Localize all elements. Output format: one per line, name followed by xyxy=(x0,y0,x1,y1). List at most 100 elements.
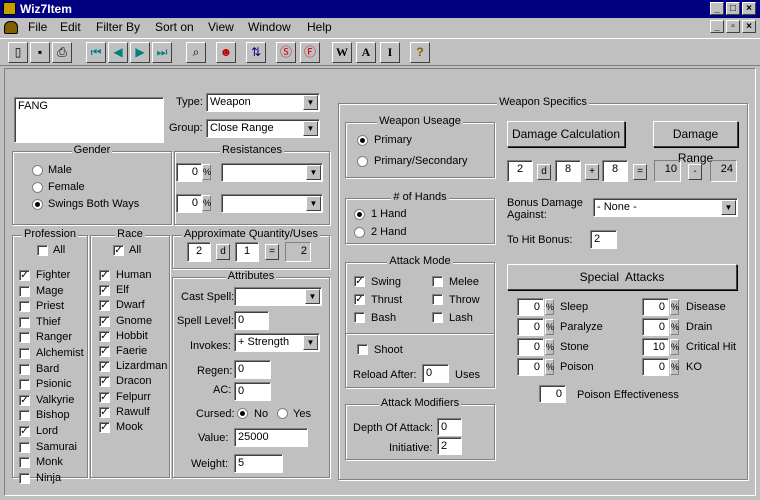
next-icon[interactable]: ▶ xyxy=(130,42,150,63)
find-icon[interactable]: ⌕ xyxy=(186,42,206,63)
chevron-down-icon[interactable]: ▼ xyxy=(303,95,318,110)
menu-edit[interactable]: Edit xyxy=(60,20,81,34)
profession-psionic-checkbox[interactable] xyxy=(19,379,30,391)
chevron-down-icon[interactable]: ▼ xyxy=(303,335,318,350)
print-icon[interactable]: ⎙ xyxy=(52,42,72,63)
throw-checkbox[interactable] xyxy=(432,294,443,305)
resistance-1-value[interactable]: 0 xyxy=(176,163,202,182)
swing-checkbox[interactable]: ✓ xyxy=(354,276,365,287)
sort-icon[interactable]: ⇅ xyxy=(246,42,266,63)
damage-range-button[interactable]: Damage Range xyxy=(653,121,738,165)
special-drain-field[interactable]: 0 xyxy=(642,318,669,336)
close-icon[interactable]: × xyxy=(742,2,756,15)
quantity-dice-field[interactable]: 2 xyxy=(187,242,211,262)
weight-field[interactable]: 5 xyxy=(234,454,283,473)
menu-window[interactable]: Window xyxy=(248,20,291,34)
race-gnome-checkbox[interactable]: ✓ xyxy=(99,315,110,327)
maximize-icon[interactable]: □ xyxy=(726,2,740,15)
resistance-2-type-select[interactable]: ▼ xyxy=(221,194,323,213)
value-field[interactable]: 25000 xyxy=(234,428,308,447)
menu-file[interactable]: File xyxy=(28,20,47,34)
menu-sort-on[interactable]: Sort on xyxy=(155,20,194,34)
quantity-sides-field[interactable]: 1 xyxy=(235,242,259,262)
special-sleep-field[interactable]: 0 xyxy=(517,298,544,316)
chevron-down-icon[interactable]: ▼ xyxy=(306,196,321,211)
profession-mage-checkbox[interactable] xyxy=(19,285,30,297)
new-icon[interactable]: ▯ xyxy=(8,42,28,63)
gender-female-radio[interactable] xyxy=(32,182,43,193)
damage-sides-field[interactable]: 8 xyxy=(555,160,581,182)
useage-primary-secondary-radio[interactable] xyxy=(357,156,368,167)
profession-alchemist-checkbox[interactable] xyxy=(19,348,30,359)
filter-on-icon[interactable]: Ⓢ xyxy=(276,42,296,63)
cast-spell-select[interactable]: ▼ xyxy=(234,287,322,306)
race-elf-checkbox[interactable]: ✓ xyxy=(99,285,110,297)
profession-fighter-checkbox[interactable]: ✓ xyxy=(19,270,30,281)
w-icon[interactable]: W xyxy=(332,42,352,63)
a-icon[interactable]: A xyxy=(356,42,376,63)
resistance-2-value[interactable]: 0 xyxy=(176,194,202,213)
ac-field[interactable]: 0 xyxy=(234,382,271,401)
race-rawulf-checkbox[interactable]: ✓ xyxy=(99,406,110,418)
race-lizardman-checkbox[interactable]: ✓ xyxy=(99,361,110,373)
race-faerie-checkbox[interactable]: ✓ xyxy=(99,346,110,357)
first-icon[interactable]: ⏮ xyxy=(86,42,106,63)
gender-both-radio[interactable] xyxy=(32,199,43,210)
special-stone-field[interactable]: 0 xyxy=(517,338,544,356)
profession-priest-checkbox[interactable] xyxy=(19,301,30,313)
cursed-yes-radio[interactable] xyxy=(277,408,288,419)
profession-bard-checkbox[interactable] xyxy=(19,363,30,375)
special-poison-field[interactable]: 0 xyxy=(517,358,544,376)
to-hit-bonus-field[interactable]: 2 xyxy=(590,230,617,249)
initiative-field[interactable]: 2 xyxy=(437,437,462,455)
race-hobbit-checkbox[interactable]: ✓ xyxy=(99,330,110,342)
type-select[interactable]: Weapon ▼ xyxy=(206,93,320,112)
last-icon[interactable]: ⏭ xyxy=(152,42,172,63)
shoot-checkbox[interactable] xyxy=(357,344,368,355)
hands-one-radio[interactable] xyxy=(354,209,365,220)
bash-checkbox[interactable] xyxy=(354,312,365,323)
melee-checkbox[interactable] xyxy=(432,276,443,287)
resistance-1-type-select[interactable]: ▼ xyxy=(221,163,323,182)
group-select[interactable]: Close Range ▼ xyxy=(206,119,320,138)
special-paralyze-field[interactable]: 0 xyxy=(517,318,544,336)
child-close-icon[interactable]: × xyxy=(742,20,756,33)
useage-primary-radio[interactable] xyxy=(357,135,368,146)
item-name-field[interactable]: FANG xyxy=(14,97,164,143)
bonus-damage-select[interactable]: - None - ▼ xyxy=(593,198,738,217)
race-dracon-checkbox[interactable]: ✓ xyxy=(99,376,110,388)
regen-field[interactable]: 0 xyxy=(234,360,271,379)
special-critical-hit-field[interactable]: 10 xyxy=(642,338,669,356)
child-minimize-icon[interactable]: _ xyxy=(710,20,724,33)
lash-checkbox[interactable] xyxy=(432,312,443,323)
menu-view[interactable]: View xyxy=(208,20,234,34)
profession-valkyrie-checkbox[interactable]: ✓ xyxy=(19,394,30,406)
race-dwarf-checkbox[interactable]: ✓ xyxy=(99,300,110,312)
filter-off-icon[interactable]: Ⓕ xyxy=(300,42,320,63)
damage-bonus-field[interactable]: 8 xyxy=(602,160,628,182)
special-attacks-button[interactable]: Special Attacks xyxy=(507,264,737,290)
chevron-down-icon[interactable]: ▼ xyxy=(303,121,318,136)
i-icon[interactable]: I xyxy=(380,42,400,63)
prev-icon[interactable]: ◀ xyxy=(108,42,128,63)
special-disease-field[interactable]: 0 xyxy=(642,298,669,316)
profession-all-checkbox[interactable] xyxy=(37,245,48,256)
special-ko-field[interactable]: 0 xyxy=(642,358,669,376)
thrust-checkbox[interactable]: ✓ xyxy=(354,294,365,305)
chevron-down-icon[interactable]: ▼ xyxy=(721,200,736,215)
profession-samurai-checkbox[interactable] xyxy=(19,441,30,453)
profession-thief-checkbox[interactable] xyxy=(19,316,30,328)
gender-male-radio[interactable] xyxy=(32,165,43,176)
profession-bishop-checkbox[interactable] xyxy=(19,410,30,422)
spell-level-field[interactable]: 0 xyxy=(234,311,269,330)
damage-dice-field[interactable]: 2 xyxy=(507,160,533,182)
reload-after-field[interactable]: 0 xyxy=(422,364,449,383)
profession-lord-checkbox[interactable]: ✓ xyxy=(19,426,30,437)
hands-two-radio[interactable] xyxy=(354,227,365,238)
profession-monk-checkbox[interactable] xyxy=(19,457,30,469)
race-felpurr-checkbox[interactable]: ✓ xyxy=(99,391,110,403)
menu-filter-by[interactable]: Filter By xyxy=(96,20,140,34)
poison-effectiveness-field[interactable]: 0 xyxy=(539,385,566,403)
damage-calculation-button[interactable]: Damage Calculation xyxy=(507,121,625,147)
save-icon[interactable]: ▪ xyxy=(30,42,50,63)
